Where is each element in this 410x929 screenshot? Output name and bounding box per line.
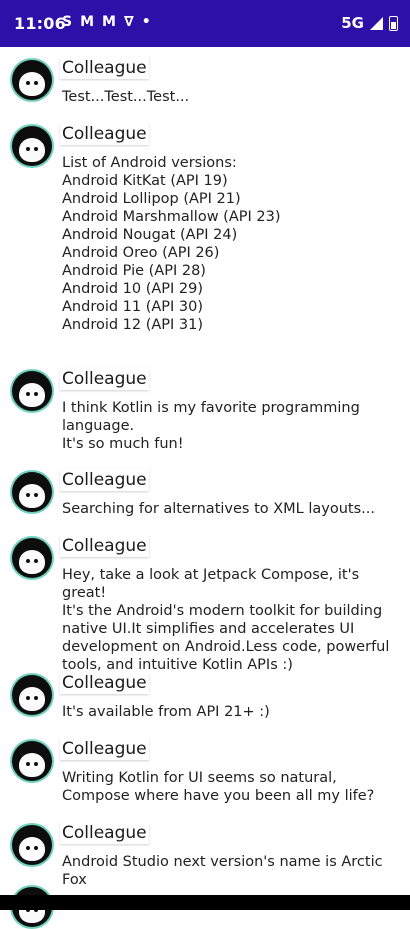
message-body: Hey, take a look at Jetpack Compose, it'… (62, 567, 390, 673)
avatar-face-icon (12, 538, 52, 578)
avatar-face-icon (12, 741, 52, 781)
avatar-face-icon (12, 126, 52, 166)
message-author: Colleague (60, 368, 149, 390)
avatar-face-icon (12, 371, 52, 411)
message-author: Colleague (60, 57, 149, 79)
message-body: It's available from API 21+ :) (62, 704, 270, 720)
status-time: 11:06 (14, 14, 66, 33)
more-notifications-icon: • (141, 14, 151, 30)
avatar[interactable] (10, 369, 54, 413)
avatar[interactable] (10, 470, 54, 514)
avatar-face-icon (12, 675, 52, 715)
avatar[interactable] (10, 673, 54, 717)
avatar[interactable] (10, 58, 54, 102)
signal-icon (370, 16, 383, 30)
avatar[interactable] (10, 536, 54, 580)
message-body: Searching for alternatives to XML layout… (62, 501, 375, 517)
system-status: 5G (341, 14, 398, 32)
app-notification-icon: ∇ (123, 14, 134, 30)
message-author: Colleague (60, 123, 149, 145)
message-author: Colleague (60, 822, 149, 844)
message-body: Writing Kotlin for UI seems so natural, … (62, 770, 375, 804)
status-bar: 11:06 S M M ∇ • 5G (0, 0, 410, 47)
navigation-bar (0, 895, 410, 910)
message-body: I think Kotlin is my favorite programmin… (62, 400, 360, 452)
avatar[interactable] (10, 739, 54, 783)
message-author: Colleague (60, 469, 149, 491)
notification-icons: S M M ∇ • (62, 14, 151, 30)
gmail-icon: M (102, 14, 116, 30)
notification-icon-s: S (62, 14, 73, 30)
avatar-face-icon (12, 472, 52, 512)
message-author: Colleague (60, 672, 149, 694)
message-body: Android Studio next version's name is Ar… (62, 854, 383, 888)
message-author: Colleague (60, 535, 149, 557)
avatar-face-icon (12, 60, 52, 100)
battery-icon (389, 15, 398, 31)
avatar[interactable] (10, 124, 54, 168)
message-body: List of Android versions: Android KitKat… (62, 155, 281, 333)
gmail-icon: M (80, 14, 95, 30)
message-author: Colleague (60, 738, 149, 760)
avatar-face-icon (12, 825, 52, 865)
network-type: 5G (341, 14, 364, 32)
avatar[interactable] (10, 823, 54, 867)
message-body: Test...Test...Test... (62, 89, 190, 105)
